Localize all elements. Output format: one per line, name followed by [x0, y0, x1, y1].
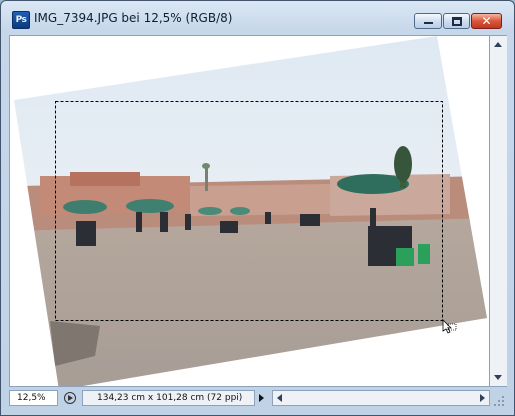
close-icon: ✕ — [481, 14, 492, 28]
document-window: Ps IMG_7394.JPG bei 12,5% (RGB/8) ✕ 12,5… — [0, 0, 515, 416]
status-menu-arrow-icon[interactable] — [256, 390, 268, 406]
scroll-left-icon[interactable] — [277, 394, 282, 402]
status-options-button[interactable] — [62, 390, 78, 406]
document-size-info: 134,23 cm x 101,28 cm (72 ppi) — [82, 390, 255, 406]
window-title: IMG_7394.JPG bei 12,5% (RGB/8) — [34, 11, 233, 25]
scroll-down-icon[interactable] — [494, 375, 502, 380]
title-bar[interactable]: Ps IMG_7394.JPG bei 12,5% (RGB/8) ✕ — [1, 1, 514, 35]
zoom-field[interactable]: 12,5% — [9, 390, 58, 406]
photo-canvas[interactable] — [10, 36, 490, 387]
scroll-up-icon[interactable] — [494, 42, 502, 47]
resize-grip-icon[interactable] — [491, 388, 507, 408]
canvas-area[interactable] — [9, 35, 490, 387]
play-circle-icon — [64, 392, 76, 404]
photoshop-app-icon: Ps — [12, 11, 30, 29]
rotated-photo — [14, 36, 487, 386]
close-button[interactable]: ✕ — [471, 13, 502, 29]
minimize-button[interactable] — [414, 13, 442, 29]
vertical-scrollbar[interactable] — [490, 35, 507, 387]
horizontal-scrollbar[interactable] — [272, 390, 490, 406]
status-bar: 12,5% 134,23 cm x 101,28 cm (72 ppi) — [9, 388, 507, 408]
maximize-button[interactable] — [443, 13, 470, 29]
scroll-right-icon[interactable] — [480, 394, 485, 402]
